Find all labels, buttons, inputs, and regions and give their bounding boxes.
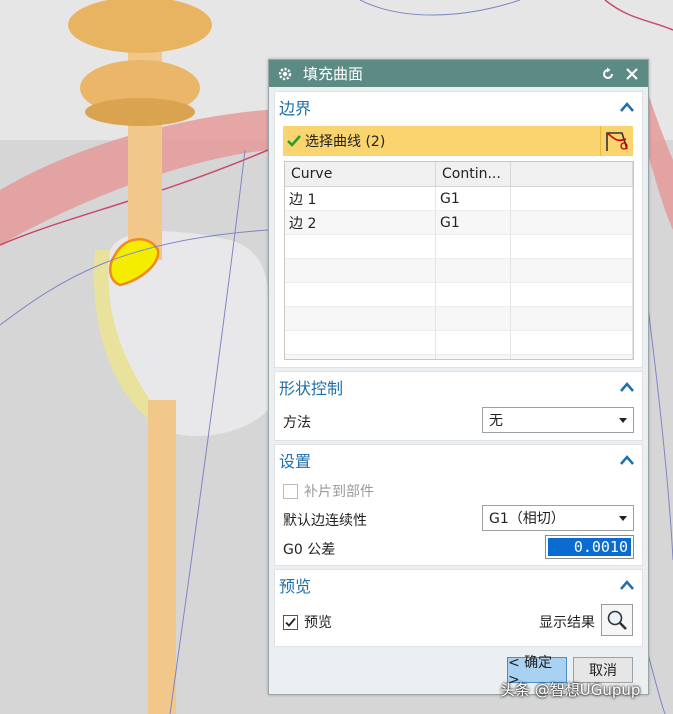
column-header-empty xyxy=(510,162,633,187)
show-result-label: 显示结果 xyxy=(539,615,595,631)
table-row xyxy=(285,282,633,307)
shape-control-section-title: 形状控制 xyxy=(279,379,344,398)
g0-tolerance-value: 0.0010 xyxy=(548,538,631,556)
g0-tolerance-row: G0 公差 xyxy=(283,539,335,559)
cell-continuity[interactable]: G1 xyxy=(435,210,511,235)
default-continuity-label: 默认边连续性 xyxy=(283,513,367,529)
settings-section: 设置 补片到部件 默认边连续性 G1（相切） G0 公差 0.0010 xyxy=(274,444,643,566)
table-row[interactable]: 边 2 G1 xyxy=(285,210,633,235)
method-dropdown[interactable]: 无 xyxy=(482,407,634,433)
close-icon xyxy=(626,67,638,80)
collapse-icon[interactable] xyxy=(620,382,634,392)
g0-tolerance-label: G0 公差 xyxy=(283,542,336,558)
shape-control-section: 形状控制 方法 无 xyxy=(274,371,643,441)
show-result-button[interactable] xyxy=(601,604,633,636)
select-curve-row[interactable]: 选择曲线 (2) xyxy=(283,126,600,156)
method-value: 无 xyxy=(489,413,503,429)
checkmark-icon xyxy=(287,135,301,147)
dialog-title: 填充曲面 xyxy=(303,65,364,83)
default-continuity-row: 默认边连续性 xyxy=(283,510,367,530)
preview-checkbox[interactable] xyxy=(283,614,298,630)
shape-control-section-header[interactable]: 形状控制 xyxy=(275,372,642,402)
column-header-curve[interactable]: Curve xyxy=(285,162,436,187)
preview-section-title: 预览 xyxy=(279,577,312,596)
boundary-section: 边界 选择曲线 (2) Curve Contin... 边 1 G1 边 2 G… xyxy=(274,91,643,368)
table-row xyxy=(285,306,633,331)
watermark-text: 头条 @智想UGupup xyxy=(500,681,641,699)
boundary-section-title: 边界 xyxy=(279,99,312,118)
checkmark-icon xyxy=(285,617,296,627)
close-button[interactable] xyxy=(624,66,640,82)
settings-section-title: 设置 xyxy=(279,452,312,471)
patch-to-part-label: 补片到部件 xyxy=(304,484,374,500)
curve-list-table[interactable]: Curve Contin... 边 1 G1 边 2 G1 xyxy=(284,161,634,360)
patch-to-part-checkbox xyxy=(283,483,298,499)
boundary-section-header[interactable]: 边界 xyxy=(275,92,642,122)
reset-button[interactable] xyxy=(600,66,616,82)
dropdown-arrow-icon xyxy=(619,515,627,521)
select-curve-label: 选择曲线 (2) xyxy=(305,134,386,150)
curve-select-icon xyxy=(606,132,628,151)
g0-tolerance-input[interactable]: 0.0010 xyxy=(545,535,634,559)
cell-curve: 边 2 xyxy=(285,210,436,235)
table-row xyxy=(285,354,633,359)
table-row xyxy=(285,234,633,259)
column-header-continuity[interactable]: Contin... xyxy=(435,162,511,187)
table-row xyxy=(285,258,633,283)
cell-continuity[interactable]: G1 xyxy=(435,186,511,211)
show-result-row: 显示结果 xyxy=(539,612,595,632)
dropdown-arrow-icon xyxy=(619,417,627,423)
preview-section-header[interactable]: 预览 xyxy=(275,570,642,600)
method-row: 方法 xyxy=(283,412,311,432)
settings-section-header[interactable]: 设置 xyxy=(275,445,642,475)
preview-row: 预览 xyxy=(283,612,332,632)
cell-curve: 边 1 xyxy=(285,186,436,211)
collapse-icon[interactable] xyxy=(620,580,634,590)
reset-icon xyxy=(603,67,613,79)
fill-surface-dialog: 填充曲面 边界 选择曲线 (2) Curve Contin... 边 1 G1 … xyxy=(268,59,649,695)
table-row xyxy=(285,330,633,355)
preview-label: 预览 xyxy=(304,615,332,631)
patch-to-part-row: 补片到部件 xyxy=(283,481,374,501)
collapse-icon[interactable] xyxy=(620,102,634,112)
default-continuity-value: G1（相切） xyxy=(489,511,565,527)
collapse-icon[interactable] xyxy=(620,455,634,465)
gear-icon xyxy=(278,67,292,80)
curve-selection-button[interactable] xyxy=(600,126,633,156)
method-label: 方法 xyxy=(283,415,311,431)
table-row[interactable]: 边 1 G1 xyxy=(285,186,633,211)
dialog-titlebar[interactable]: 填充曲面 xyxy=(269,60,648,87)
preview-section: 预览 预览 显示结果 xyxy=(274,569,643,647)
default-continuity-dropdown[interactable]: G1（相切） xyxy=(482,505,634,531)
magnifier-icon xyxy=(607,610,627,630)
